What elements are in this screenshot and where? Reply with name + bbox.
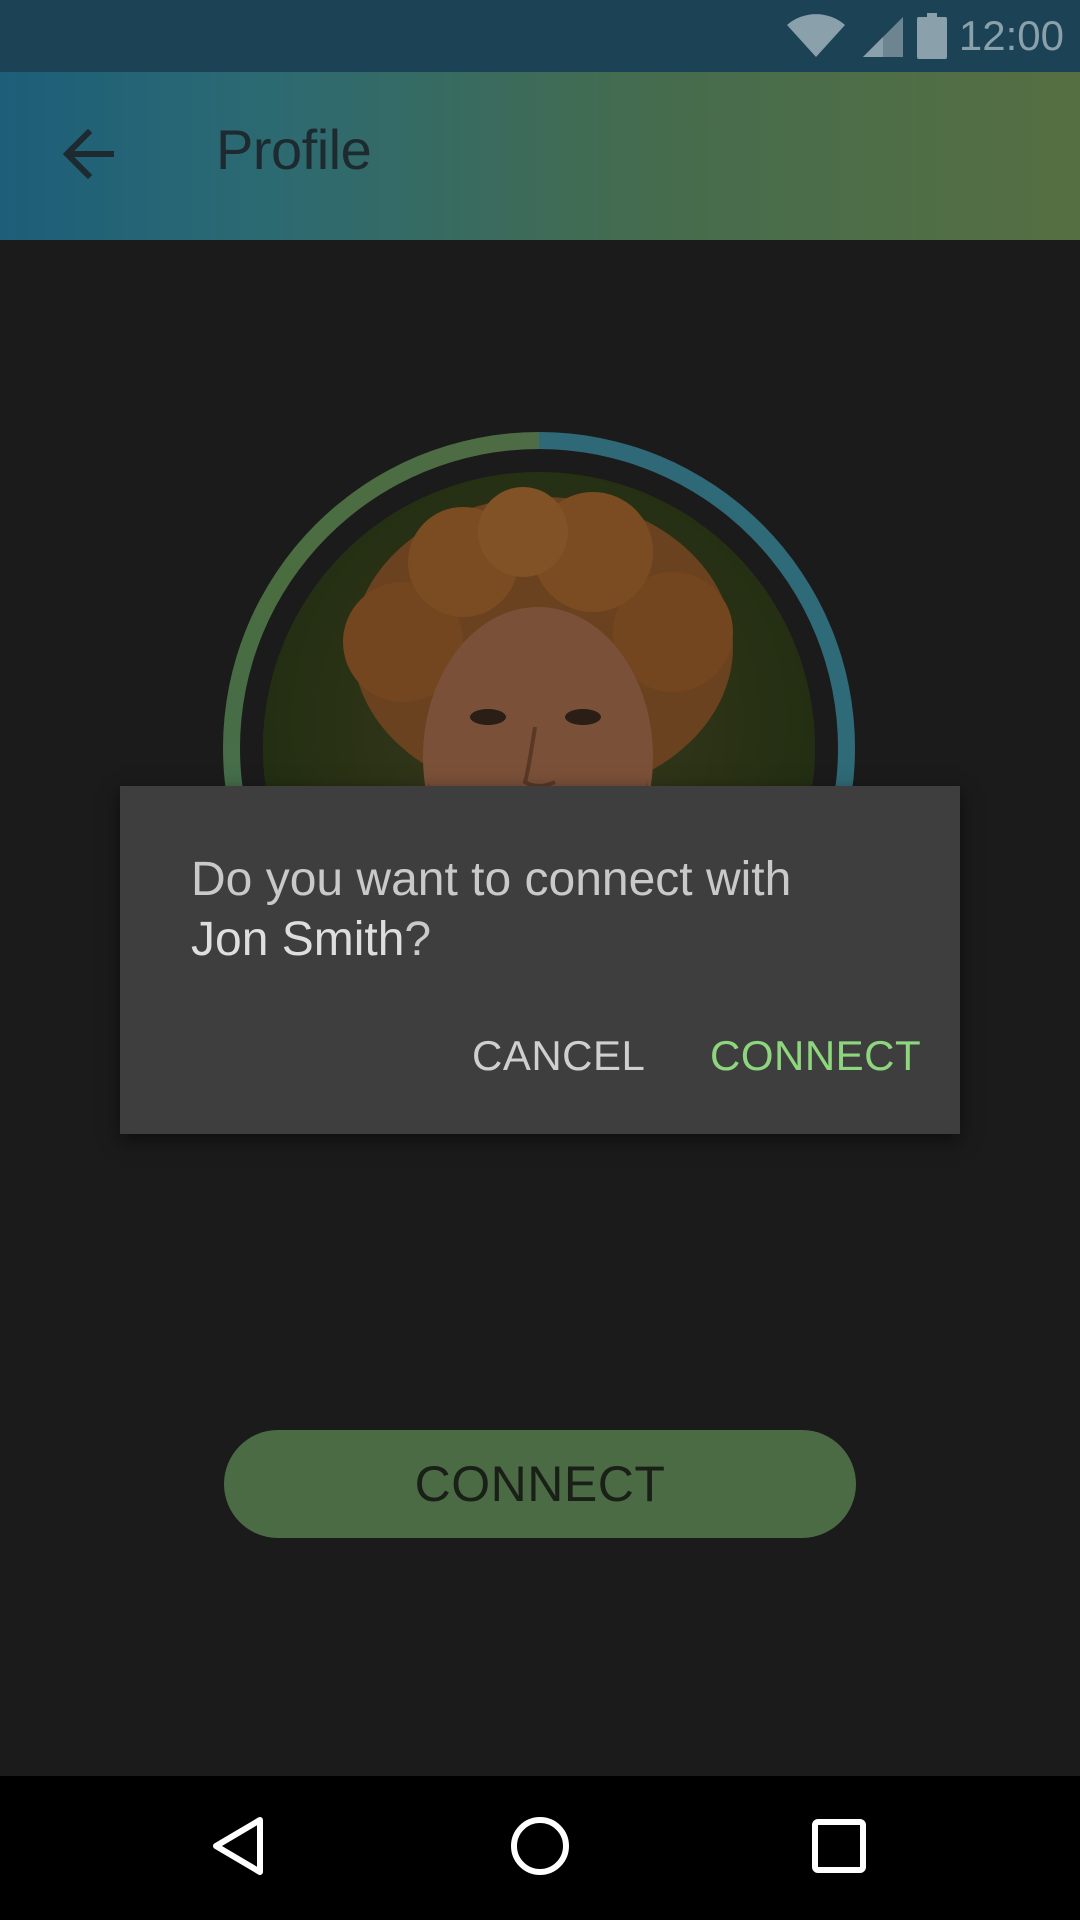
- dialog-message-suffix: ?: [404, 913, 432, 966]
- dialog-connect-button[interactable]: CONNECT: [710, 1032, 921, 1080]
- connect-button[interactable]: CONNECT: [224, 1430, 856, 1538]
- nav-home-button[interactable]: [504, 1812, 576, 1884]
- connect-button-label: CONNECT: [414, 1456, 666, 1512]
- signal-icon: [859, 13, 905, 59]
- page-title: Profile: [216, 118, 372, 181]
- recents-square-icon: [811, 1818, 867, 1879]
- dialog-contact-name: Jon Smith: [191, 913, 405, 966]
- wifi-icon: [785, 13, 847, 59]
- app-bar: Profile: [0, 72, 1080, 240]
- arrow-back-icon: [62, 128, 118, 184]
- back-button[interactable]: [50, 120, 130, 192]
- dialog-message-prefix: Do you want to connect with: [191, 853, 792, 906]
- navigation-bar: [0, 1776, 1080, 1920]
- dialog-message: Do you want to connect with Jon Smith?: [191, 850, 911, 970]
- home-circle-icon: [509, 1815, 571, 1882]
- status-time: 12:00: [958, 12, 1064, 59]
- connect-dialog: Do you want to connect with Jon Smith? C…: [120, 786, 960, 1134]
- nav-recents-button[interactable]: [803, 1812, 875, 1884]
- back-triangle-icon: [208, 1815, 268, 1882]
- cancel-button[interactable]: CANCEL: [472, 1032, 645, 1080]
- status-bar: 12:00: [0, 0, 1080, 72]
- battery-icon: [916, 13, 947, 59]
- nav-back-button[interactable]: [202, 1812, 274, 1884]
